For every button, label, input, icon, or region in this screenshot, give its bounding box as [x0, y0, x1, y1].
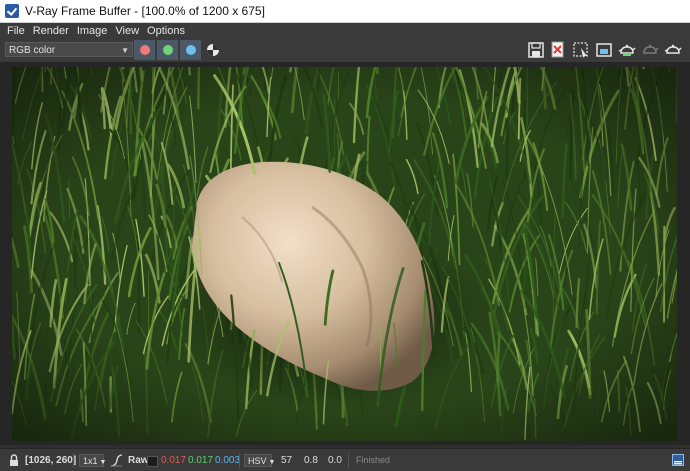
- color-mode-label: Raw: [128, 455, 149, 466]
- monochrome-icon[interactable]: [205, 42, 221, 58]
- render-status: Finished: [356, 455, 391, 465]
- menu-image[interactable]: Image: [73, 23, 112, 39]
- green-dot-icon: [162, 45, 173, 55]
- channel-dropdown-value: RGB color: [9, 45, 56, 56]
- red-dot-icon: [139, 45, 150, 55]
- teapot-icon[interactable]: [664, 41, 682, 59]
- window-title: V-Ray Frame Buffer - [100.0% of 1200 x 6…: [25, 4, 265, 18]
- title-bar: V-Ray Frame Buffer - [100.0% of 1200 x 6…: [0, 0, 690, 23]
- render-icon[interactable]: [618, 41, 636, 59]
- zoom-dropdown[interactable]: 1x1 ▼: [79, 454, 107, 467]
- divider: [73, 453, 74, 468]
- chevron-down-icon: ▼: [268, 459, 276, 466]
- lock-icon[interactable]: [9, 454, 19, 467]
- chevron-down-icon: ▼: [121, 46, 129, 55]
- chevron-down-icon: ▼: [99, 459, 107, 466]
- pixel-color-swatch: [147, 456, 158, 467]
- image-viewport[interactable]: [0, 63, 690, 445]
- vray-logo-icon: [5, 4, 19, 18]
- colorspace-value: HSV: [248, 456, 267, 466]
- divider: [239, 453, 240, 468]
- clear-image-icon[interactable]: [549, 41, 567, 59]
- colorspace-dropdown[interactable]: HSV ▼: [244, 454, 275, 467]
- blue-dot-icon: [185, 45, 196, 55]
- red-channel-button[interactable]: [134, 40, 155, 60]
- rendered-image[interactable]: [12, 67, 677, 441]
- menu-options[interactable]: Options: [143, 23, 189, 39]
- menu-bar: File Render Image View Options: [0, 23, 690, 39]
- track-mouse-icon[interactable]: [595, 41, 613, 59]
- blue-channel-button[interactable]: [180, 40, 201, 60]
- divider: [348, 453, 349, 468]
- blue-value: 0.003: [215, 455, 241, 466]
- green-value: 0.017: [188, 455, 214, 466]
- curve-icon[interactable]: [110, 454, 123, 467]
- menu-view[interactable]: View: [111, 23, 143, 39]
- channel-dropdown[interactable]: RGB color ▼: [5, 42, 133, 57]
- pixel-coordinates: [1026, 260]: [25, 455, 77, 466]
- interactive-render-icon[interactable]: [641, 41, 659, 59]
- panel-toggle-icon[interactable]: [672, 454, 684, 466]
- hue-value: 57: [281, 455, 293, 466]
- save-image-icon[interactable]: [527, 41, 545, 59]
- zoom-value: 1x1: [83, 456, 98, 466]
- toolbar: RGB color ▼: [0, 39, 690, 63]
- saturation-value: 0.8: [304, 455, 318, 466]
- menu-file[interactable]: File: [0, 23, 29, 39]
- vfb-window: V-Ray Frame Buffer - [100.0% of 1200 x 6…: [0, 0, 690, 471]
- status-bar: [1026, 260] 1x1 ▼ Raw 0.017 0.017 0.003 H…: [0, 448, 690, 471]
- value-value: 0.0: [328, 455, 342, 466]
- region-render-icon[interactable]: [572, 41, 590, 59]
- grass-rock-render: [12, 67, 677, 441]
- red-value: 0.017: [161, 455, 187, 466]
- menu-render[interactable]: Render: [29, 23, 73, 39]
- green-channel-button[interactable]: [157, 40, 178, 60]
